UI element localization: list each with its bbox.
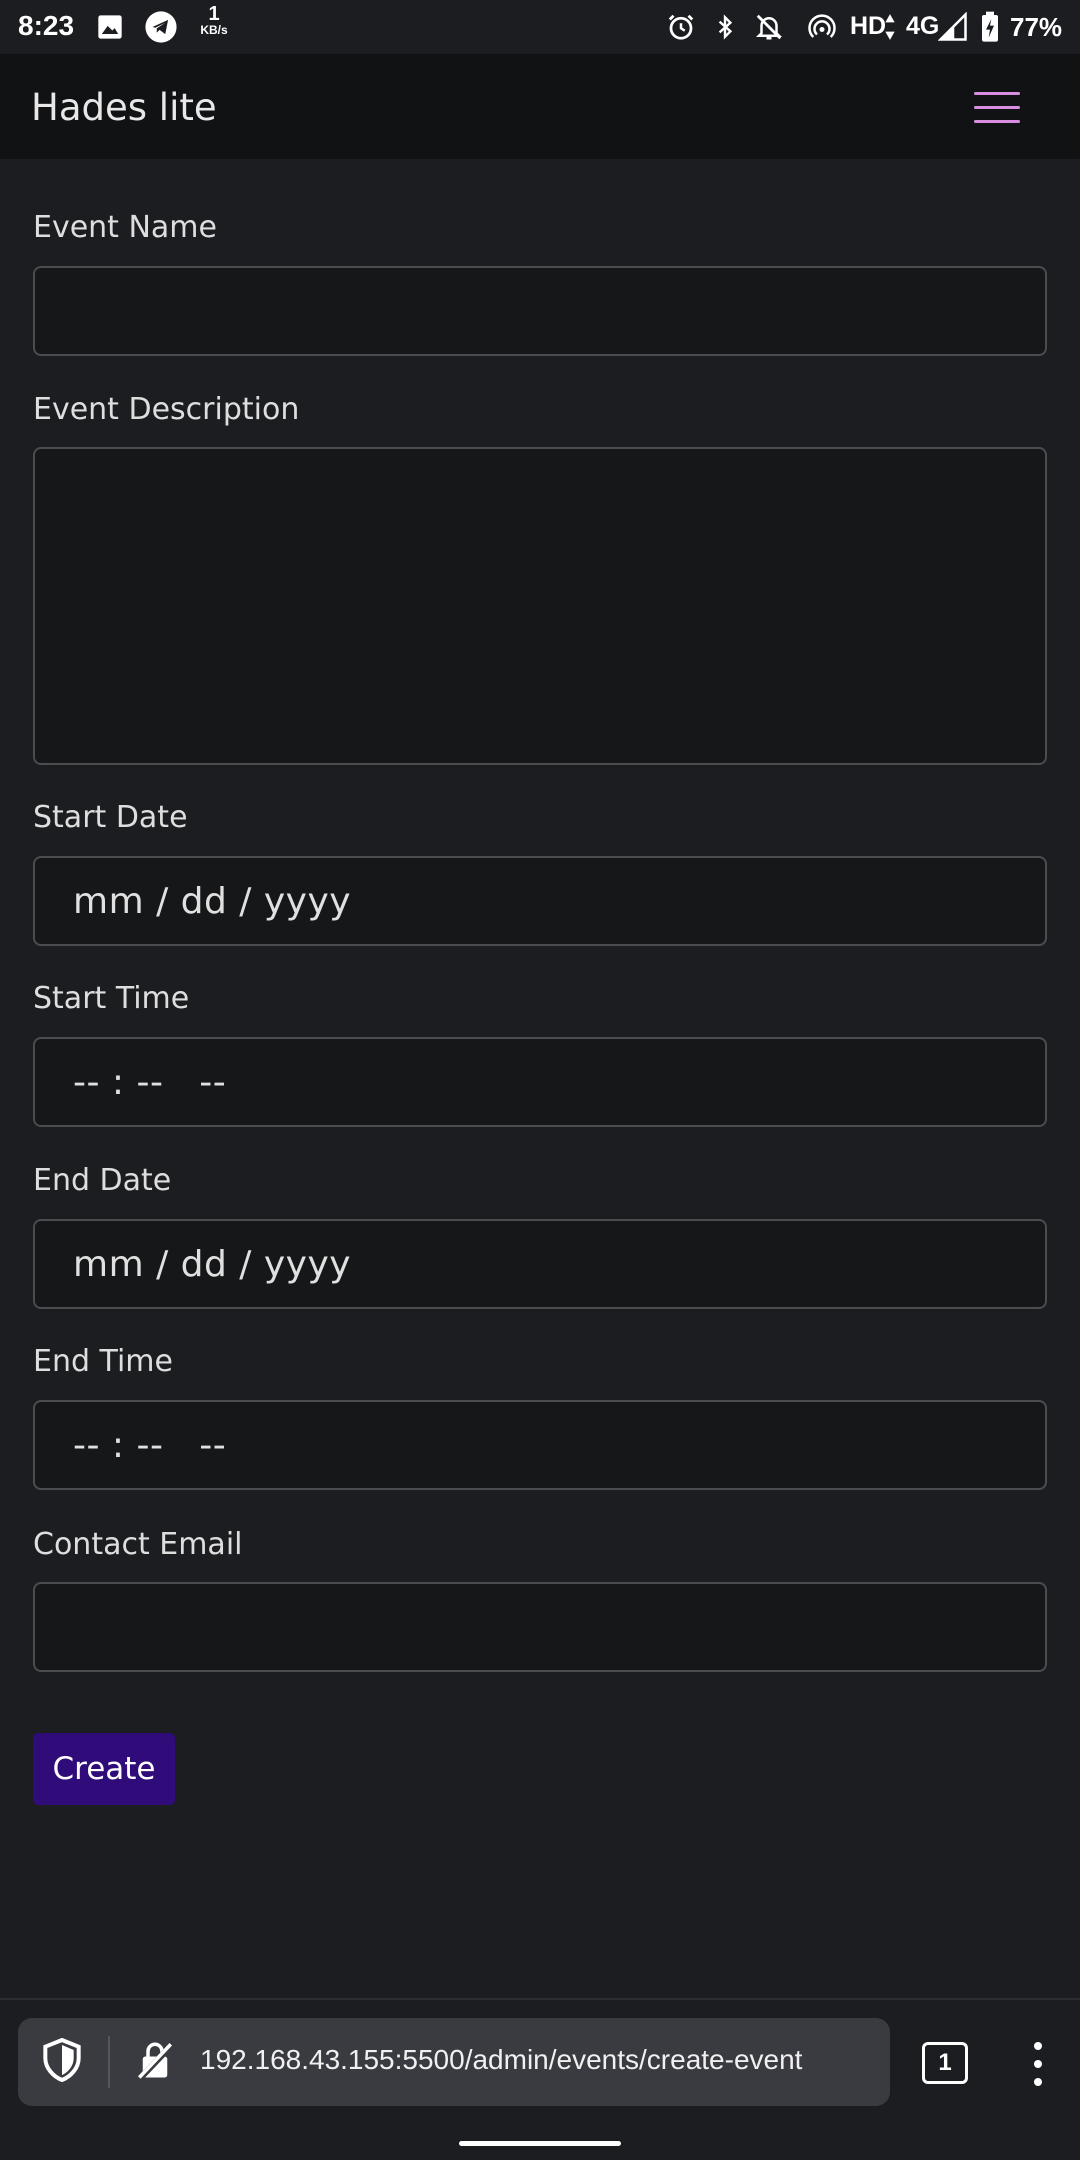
start-time-label: Start Time bbox=[33, 981, 190, 1016]
start-date-input[interactable]: mm / dd / yyyy bbox=[33, 856, 1047, 946]
browser-toolbar: 192.168.43.155:5500/admin/events/create-… bbox=[0, 1998, 1080, 2160]
net-speed: 1 KB/s bbox=[200, 3, 228, 37]
start-time-input[interactable]: -- : -- -- bbox=[33, 1037, 1047, 1127]
status-time: 8:23 bbox=[18, 10, 75, 41]
create-button[interactable]: Create bbox=[33, 1733, 175, 1805]
url-text[interactable]: 192.168.43.155:5500/admin/events/create-… bbox=[200, 2044, 802, 2076]
gesture-bar[interactable] bbox=[459, 2141, 621, 2146]
hamburger-icon[interactable] bbox=[968, 88, 1024, 128]
end-time-label: End Time bbox=[33, 1344, 173, 1379]
contact-email-label: Contact Email bbox=[33, 1527, 243, 1562]
bluetooth-icon bbox=[712, 10, 738, 44]
end-date-placeholder: mm / dd / yyyy bbox=[73, 1243, 352, 1285]
tab-count-button[interactable]: 1 bbox=[922, 2042, 968, 2084]
battery-charging-icon bbox=[980, 10, 1000, 44]
url-bar[interactable]: 192.168.43.155:5500/admin/events/create-… bbox=[18, 2018, 890, 2106]
bell-off-icon bbox=[754, 10, 784, 44]
alarm-icon bbox=[666, 10, 696, 44]
signal-icon bbox=[938, 10, 968, 44]
network-type: 4G bbox=[906, 12, 940, 40]
data-arrows-icon bbox=[884, 10, 896, 44]
end-time-placeholder: -- : -- -- bbox=[73, 1424, 227, 1466]
event-name-input[interactable] bbox=[33, 266, 1047, 356]
event-name-label: Event Name bbox=[33, 210, 217, 245]
status-bar: 8:23 1 KB/s HD 4G 77% bbox=[0, 0, 1080, 54]
telegram-icon bbox=[144, 10, 178, 44]
app-bar: Hades lite bbox=[0, 54, 1080, 159]
battery-level: 77% bbox=[1010, 12, 1063, 42]
end-time-input[interactable]: -- : -- -- bbox=[33, 1400, 1047, 1490]
hotspot-icon bbox=[806, 10, 838, 44]
insecure-lock-icon[interactable] bbox=[134, 2038, 176, 2086]
hd-indicator: HD bbox=[850, 12, 887, 40]
event-description-textarea[interactable] bbox=[33, 447, 1047, 765]
contact-email-input[interactable] bbox=[33, 1582, 1047, 1672]
more-vert-icon[interactable] bbox=[1026, 2040, 1050, 2088]
app-brand[interactable]: Hades lite bbox=[31, 86, 217, 129]
event-description-label: Event Description bbox=[33, 392, 300, 427]
end-date-label: End Date bbox=[33, 1163, 172, 1198]
start-date-placeholder: mm / dd / yyyy bbox=[73, 880, 352, 922]
start-date-label: Start Date bbox=[33, 800, 188, 835]
shield-icon[interactable] bbox=[42, 2037, 82, 2086]
end-date-input[interactable]: mm / dd / yyyy bbox=[33, 1219, 1047, 1309]
start-time-placeholder: -- : -- -- bbox=[73, 1061, 227, 1103]
url-bar-divider bbox=[108, 2036, 110, 2088]
image-icon bbox=[96, 10, 124, 44]
